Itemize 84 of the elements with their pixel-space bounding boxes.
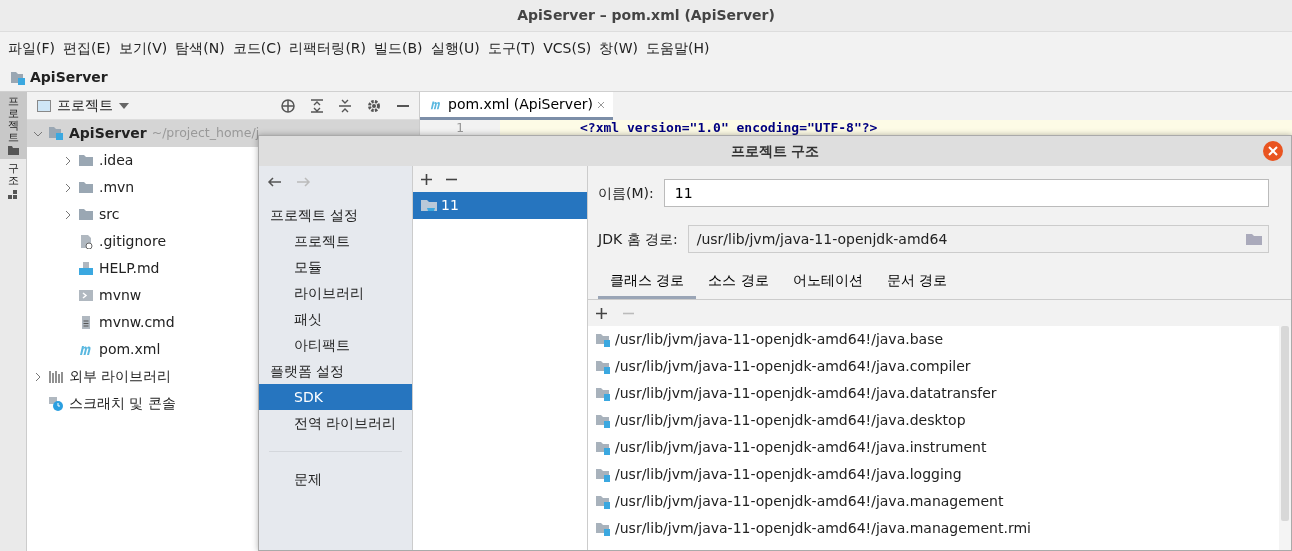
settings-icon[interactable] [367,98,381,113]
classpath-row[interactable]: /usr/lib/jvm/java-11-openjdk-amd64!/java.management [588,488,1279,515]
section-header: 프로젝트 설정 [269,205,360,225]
library-folder-icon [596,359,611,374]
close-button[interactable] [1263,141,1283,161]
name-field[interactable]: 11 [663,179,1269,207]
classpath-row[interactable]: /usr/lib/jvm/java-11-openjdk-amd64!/java.base [588,326,1279,353]
jdk-path-field[interactable]: /usr/lib/jvm/java-11-openjdk-amd64 [687,225,1269,253]
menu-item[interactable]: 파일(F) [4,37,59,59]
library-icon [48,369,64,384]
collapse-all-icon[interactable] [339,98,351,113]
folder-icon [78,153,94,168]
script-file-icon [78,288,94,303]
jdk-folder-icon [421,198,437,213]
dropdown-icon[interactable] [119,102,129,109]
nav-item[interactable]: SDK [259,384,412,410]
side-tab[interactable]: 프로젝트 [0,92,27,160]
library-folder-icon [596,467,611,482]
nav-item[interactable]: 라이브러리 [259,280,412,306]
classpath-row[interactable]: /usr/lib/jvm/java-11-openjdk-amd64!/java.compiler [588,353,1279,380]
scrollbar[interactable] [1281,326,1289,521]
markdown-file-icon [78,261,94,276]
classpath-row[interactable]: /usr/lib/jvm/java-11-openjdk-amd64!/java.logging [588,461,1279,488]
menu-item[interactable]: 탐색(N) [171,37,229,59]
menu-item[interactable]: 실행(U) [426,37,484,59]
module-icon [10,70,26,85]
menu-item[interactable]: 리팩터링(R) [285,37,371,59]
file-icon [78,234,94,249]
jdk-list-item[interactable]: 11 [413,192,587,219]
menu-item[interactable]: 창(W) [595,37,643,59]
editor-tab[interactable]: pom.xml (ApiServer) [420,92,613,120]
path-label: ~/project_home/j [151,124,260,143]
nav-item[interactable]: 프로젝트 [259,228,412,254]
nav-item[interactable]: 패싯 [259,306,412,332]
library-folder-icon [596,440,611,455]
nav-item[interactable]: 아티팩트 [259,332,412,358]
window-title: ApiServer – pom.xml (ApiServer) [517,6,775,25]
classpath-row[interactable]: /usr/lib/jvm/java-11-openjdk-amd64!/java.datatransfer [588,380,1279,407]
folder-icon [78,180,94,195]
menu-item[interactable]: 빌드(B) [370,37,427,59]
panel-title[interactable]: 프로젝트 [57,95,113,116]
field-label: JDK 홈 경로: [598,229,678,249]
expand-all-icon[interactable] [311,98,323,113]
field-label: 이름(M): [598,183,654,203]
menu-item[interactable]: VCS(S) [539,37,596,59]
dialog-title: 프로젝트 구조 [730,141,820,161]
module-icon [48,126,64,141]
structure-icon [8,189,18,200]
line-number: 1 [420,120,500,135]
nav-item[interactable]: 모듈 [259,254,412,280]
menu-item[interactable]: 도구(T) [483,37,540,59]
folder-icon [78,207,94,222]
close-icon [1268,146,1278,156]
side-tab[interactable]: 구조 [0,159,27,204]
tab[interactable]: 어노테이션 [780,264,875,299]
locate-icon[interactable] [281,98,295,113]
library-folder-icon [596,494,611,509]
scratch-icon [48,396,64,411]
close-icon[interactable] [597,100,605,109]
library-folder-icon [596,332,611,347]
nav-item[interactable]: 전역 라이브러리 [259,410,412,436]
nav-item[interactable]: 문제 [259,466,412,492]
section-header: 플랫폼 설정 [269,361,346,381]
classpath-row[interactable]: /usr/lib/jvm/java-11-openjdk-amd64!/java.management.rmi [588,515,1279,542]
library-folder-icon [596,521,611,536]
panel-icon [37,99,51,112]
tab[interactable]: 문서 경로 [874,264,960,299]
menu-item[interactable]: 보기(V) [114,37,172,59]
classpath-row[interactable]: /usr/lib/jvm/java-11-openjdk-amd64!/java.instrument [588,434,1279,461]
menu-item[interactable]: 편집(E) [59,37,115,59]
library-folder-icon [596,413,611,428]
menu-item[interactable]: 도움말(H) [642,37,714,59]
menu-item[interactable]: 코드(C) [228,37,286,59]
folder-icon [7,146,19,156]
add-icon[interactable] [421,173,432,185]
minimize-icon[interactable] [397,104,409,107]
back-icon[interactable] [267,177,281,187]
code-line: <?xml version="1.0" encoding="UTF-8"?> [579,120,878,135]
tab[interactable]: 소스 경로 [696,264,781,299]
library-folder-icon [596,386,611,401]
classpath-row[interactable]: /usr/lib/jvm/java-11-openjdk-amd64!/java.desktop [588,407,1279,434]
add-icon[interactable] [596,307,607,319]
breadcrumb-item[interactable]: ApiServer [30,67,108,88]
tree-row[interactable]: .idea [27,147,419,174]
